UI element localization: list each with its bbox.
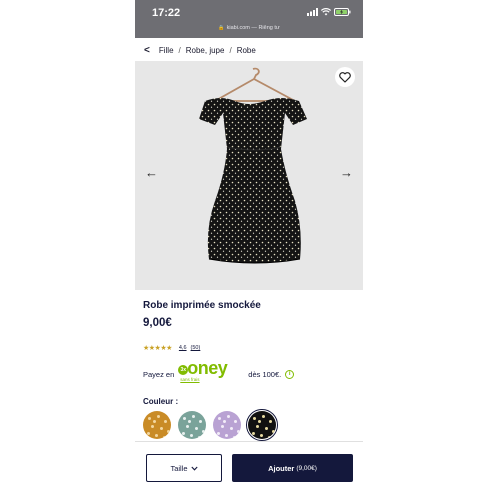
swatch-dot: [258, 420, 261, 423]
swatch-dot: [253, 417, 256, 420]
swatch-dot: [182, 432, 185, 435]
swatch-dot: [147, 432, 150, 435]
swatch-dot: [160, 427, 163, 430]
breadcrumb-item-robe[interactable]: Robe: [237, 46, 256, 55]
rating-value: 4,6: [178, 345, 187, 351]
size-select-button[interactable]: Taille: [146, 454, 222, 482]
product-price: 9,00€: [143, 317, 172, 329]
oney-logo: 3x oney sans frais: [178, 358, 242, 385]
swatch-dot: [190, 434, 193, 437]
status-icons: [307, 8, 351, 16]
swatch-dot: [234, 420, 237, 423]
battery-icon: [334, 8, 351, 16]
favorite-button[interactable]: [335, 67, 355, 87]
prev-image-arrow-icon[interactable]: ←: [145, 165, 158, 180]
breadcrumb-item-robe-jupe[interactable]: Robe, jupe: [186, 46, 225, 55]
status-bar: 17:22 🔒 kiabi.com — Riêng tư: [135, 0, 363, 38]
swatch-dot: [186, 425, 189, 428]
swatch-dot: [163, 436, 166, 439]
swatch-dot: [195, 427, 198, 430]
next-image-arrow-icon[interactable]: →: [340, 165, 353, 180]
swatch-dot: [198, 436, 201, 439]
swatch-dot: [218, 417, 221, 420]
swatch-dot: [157, 415, 160, 418]
chevron-down-icon: [190, 466, 198, 471]
breadcrumb-separator: /: [178, 46, 181, 55]
oney-prefix: Payez en: [143, 369, 175, 379]
swatch-dot: [167, 430, 170, 433]
breadcrumb-separator: /: [229, 46, 232, 55]
info-icon[interactable]: i: [285, 369, 295, 379]
swatch-dot: [217, 432, 220, 435]
product-title: Robe imprimée smockée: [143, 300, 261, 311]
swatch-dot: [183, 417, 186, 420]
add-price: (9,00€): [296, 464, 317, 472]
signal-icon: [307, 8, 318, 16]
back-chevron-icon[interactable]: <: [144, 45, 150, 56]
swatch-dot: [269, 420, 272, 423]
rating-stars-icon: ★★★★★: [143, 345, 172, 352]
swatch-dot: [256, 425, 259, 428]
swatch-dot: [233, 436, 236, 439]
swatch-dot: [225, 434, 228, 437]
oney-payment-banner: Payez en 3x oney sans frais dès 100€. i: [143, 358, 295, 385]
swatch-dot: [262, 415, 265, 418]
color-label: Couleur :: [143, 397, 179, 406]
swatch-dot: [265, 427, 268, 430]
status-time: 17:22: [152, 7, 181, 19]
swatch-dot: [230, 427, 233, 430]
swatch-dot: [268, 436, 271, 439]
swatch-dot: [223, 420, 226, 423]
url-text: kiabi.com — Riêng tư: [226, 25, 280, 31]
swatch-dot: [260, 434, 263, 437]
oney-sub: sans frais: [180, 377, 200, 382]
url-bar[interactable]: 🔒 kiabi.com — Riêng tư: [135, 25, 363, 31]
color-swatch-lilac[interactable]: [213, 411, 241, 439]
swatch-dot: [272, 430, 275, 433]
swatch-dot: [199, 420, 202, 423]
swatch-dot: [237, 430, 240, 433]
add-label: Ajouter: [268, 463, 295, 473]
rating-count[interactable]: (50): [191, 345, 201, 351]
divider: [135, 441, 363, 442]
color-swatches: [143, 409, 278, 441]
swatch-dot: [221, 425, 224, 428]
swatch-dot: [164, 420, 167, 423]
swatch-dot: [227, 415, 230, 418]
swatch-dot: [192, 415, 195, 418]
phone-screen: 17:22 🔒 kiabi.com — Riêng tư < Fille / R…: [135, 0, 363, 498]
size-label: Taille: [170, 463, 188, 473]
color-swatch-sage[interactable]: [178, 411, 206, 439]
add-to-cart-button[interactable]: Ajouter (9,00€): [232, 454, 353, 482]
swatch-dot: [188, 420, 191, 423]
oney-suffix: dès 100€.: [248, 369, 282, 379]
swatch-dot: [148, 417, 151, 420]
swatch-dot: [252, 432, 255, 435]
lock-icon: 🔒: [218, 25, 225, 31]
heart-icon: [339, 71, 351, 83]
breadcrumb: < Fille / Robe, jupe / Robe: [144, 45, 256, 56]
color-swatch-mustard[interactable]: [143, 411, 171, 439]
swatch-dot: [151, 425, 154, 428]
swatch-dot: [155, 434, 158, 437]
breadcrumb-item-fille[interactable]: Fille: [159, 46, 174, 55]
swatch-dot: [153, 420, 156, 423]
product-image[interactable]: ← →: [135, 61, 363, 290]
oney-brand: oney: [187, 358, 228, 378]
product-rating[interactable]: ★★★★★ 4,6 (50): [143, 344, 200, 352]
color-swatch-black[interactable]: [246, 409, 278, 441]
wifi-icon: [321, 8, 331, 16]
dress-photo: [199, 67, 307, 264]
swatch-dot: [202, 430, 205, 433]
